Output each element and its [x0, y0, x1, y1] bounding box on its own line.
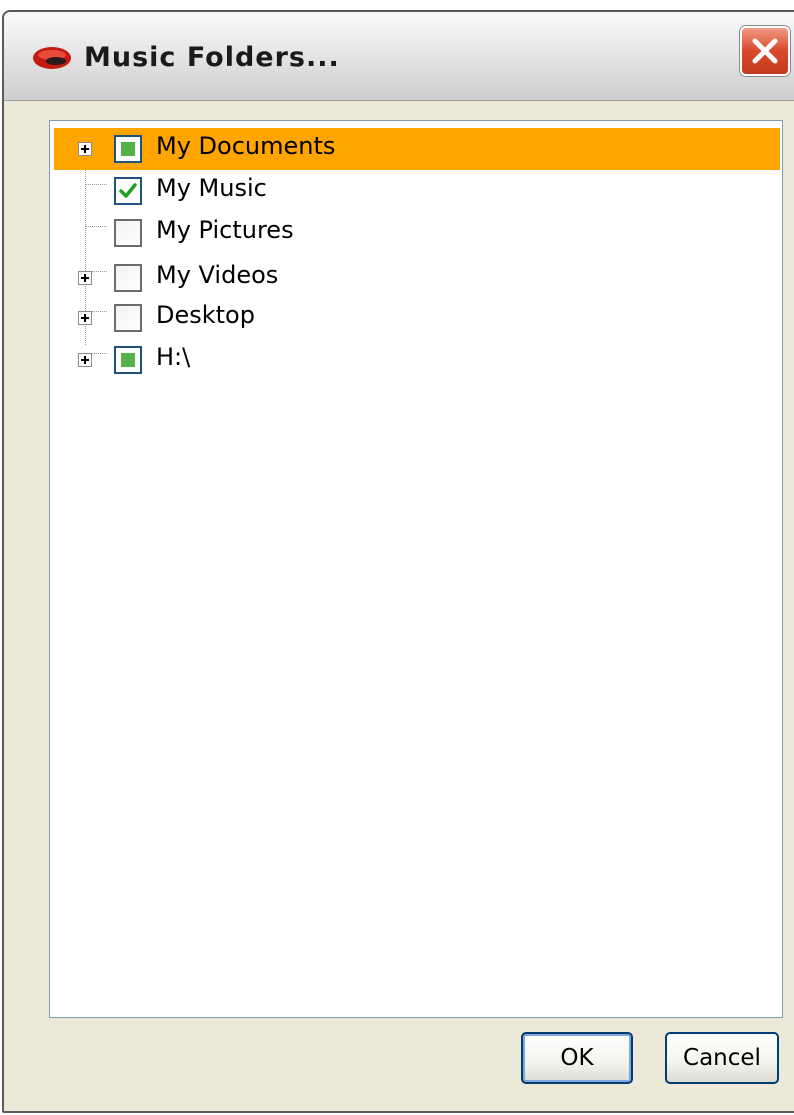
expand-plus-icon[interactable]	[78, 142, 92, 156]
partial-checkbox[interactable]	[114, 135, 142, 163]
tree-item-my-videos[interactable]: My Videos	[50, 257, 780, 299]
cancel-button[interactable]: Cancel	[665, 1032, 779, 1084]
tree-item-label: My Documents	[156, 132, 336, 160]
expand-plus-icon[interactable]	[78, 311, 92, 325]
tree-item-label: My Music	[156, 174, 267, 202]
tree-item-label: H:\	[156, 343, 191, 371]
tree-item-h-drive[interactable]: H:\	[50, 339, 780, 381]
unchecked-checkbox[interactable]	[114, 304, 142, 332]
tree-item-my-music[interactable]: My Music	[50, 170, 780, 212]
dialog-frame: Music Folders... My Documents My Music M…	[2, 10, 794, 1113]
unchecked-checkbox[interactable]	[114, 264, 142, 292]
tree-item-label: Desktop	[156, 301, 255, 329]
checked-checkbox[interactable]	[114, 177, 142, 205]
app-logo-icon	[32, 46, 72, 70]
partial-checkbox[interactable]	[114, 346, 142, 374]
music-folders-dialog: Music Folders... My Documents My Music M…	[0, 0, 794, 1115]
checkmark-icon	[119, 183, 137, 198]
ok-button[interactable]: OK	[521, 1032, 633, 1084]
tree-item-my-pictures[interactable]: My Pictures	[50, 212, 780, 254]
close-button[interactable]	[740, 26, 790, 76]
title-bar[interactable]: Music Folders...	[4, 12, 794, 101]
unchecked-checkbox[interactable]	[114, 219, 142, 247]
tree-item-label: My Pictures	[156, 216, 294, 244]
folder-tree[interactable]: My Documents My Music My Pictures My Vid…	[49, 120, 783, 1018]
expand-plus-icon[interactable]	[78, 271, 92, 285]
expand-plus-icon[interactable]	[78, 353, 92, 367]
close-icon	[752, 38, 778, 64]
tree-item-label: My Videos	[156, 261, 279, 289]
tree-item-my-documents[interactable]: My Documents	[50, 128, 780, 170]
window-title: Music Folders...	[84, 42, 340, 73]
tree-item-desktop[interactable]: Desktop	[50, 297, 780, 339]
